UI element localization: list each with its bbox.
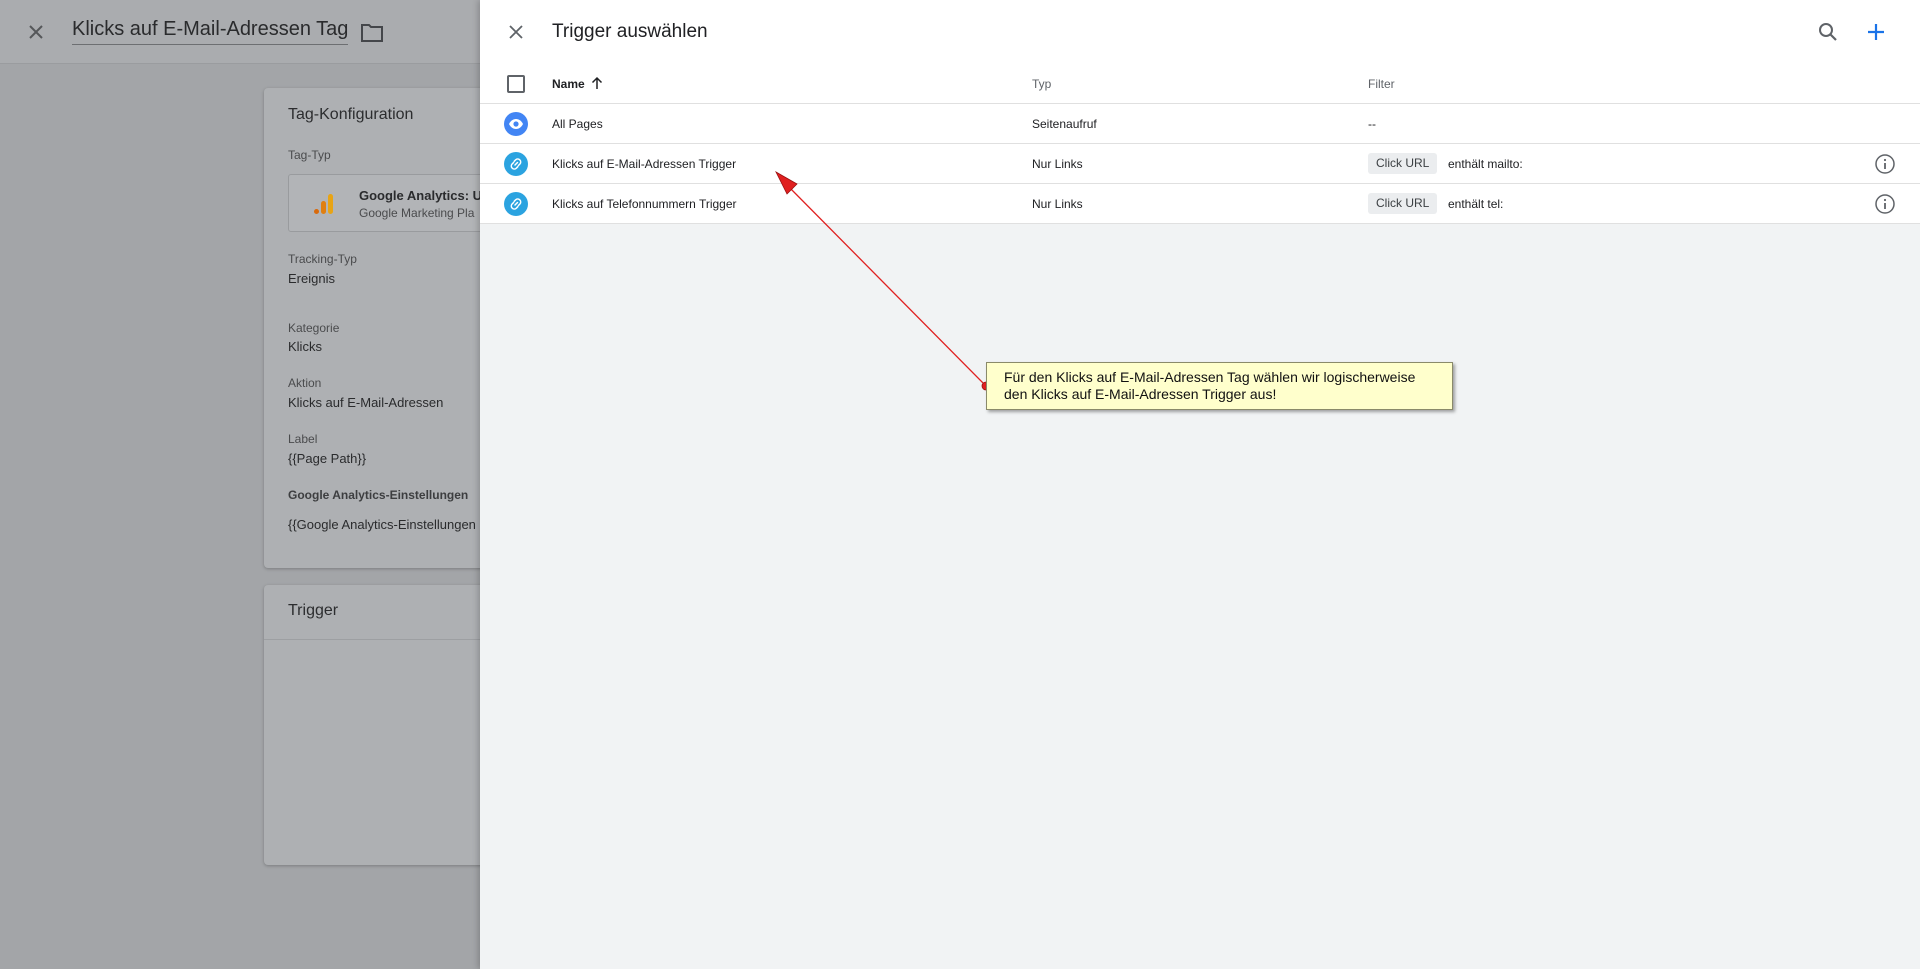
label-label: Label	[288, 432, 318, 446]
arrow-up-icon[interactable]	[590, 76, 604, 90]
category-value: Klicks	[288, 339, 322, 354]
link-icon	[510, 198, 522, 210]
trigger-type: Nur Links	[1032, 197, 1083, 211]
search-icon[interactable]	[1816, 20, 1840, 44]
link-icon	[510, 158, 522, 170]
info-icon[interactable]	[1874, 193, 1896, 215]
filter-variable-chip: Click URL	[1368, 193, 1438, 214]
trigger-type-badge	[504, 192, 528, 216]
table-row[interactable]: All Pages Seitenaufruf --	[480, 104, 1920, 144]
info-icon[interactable]	[1874, 153, 1896, 175]
trigger-type-badge	[504, 112, 528, 136]
action-label: Aktion	[288, 376, 322, 390]
filter-condition: enthält mailto:	[1448, 157, 1523, 171]
tag-type-subtitle: Google Marketing Pla	[359, 206, 475, 220]
tag-type-name: Google Analytics: Ur	[359, 188, 488, 203]
trigger-type-badge	[504, 152, 528, 176]
close-icon[interactable]	[24, 20, 48, 44]
tracking-type-label: Tracking-Typ	[288, 252, 357, 266]
panel-header: Trigger auswählen	[480, 0, 1920, 64]
table-header: Name Typ Filter	[480, 64, 1920, 104]
label-value: {{Page Path}}	[288, 451, 367, 466]
table-row[interactable]: Klicks auf Telefonnummern Trigger Nur Li…	[480, 184, 1920, 224]
trigger-select-panel: Trigger auswählen Name Typ Filter All Pa…	[480, 0, 1920, 969]
trigger-type: Seitenaufruf	[1032, 117, 1097, 131]
column-header-filter: Filter	[1368, 77, 1395, 91]
trigger-name: All Pages	[552, 117, 603, 131]
panel-title: Trigger auswählen	[552, 21, 708, 42]
annotation-line: Für den Klicks auf E-Mail-Adressen Tag w…	[1004, 369, 1416, 385]
close-icon[interactable]	[504, 20, 528, 44]
table-row[interactable]: Klicks auf E-Mail-Adressen Trigger Nur L…	[480, 144, 1920, 184]
folder-icon[interactable]	[360, 21, 384, 43]
select-all-checkbox[interactable]	[507, 75, 525, 93]
card-title: Trigger	[288, 602, 339, 619]
tracking-type-value: Ereignis	[288, 271, 335, 286]
annotation-note: Für den Klicks auf E-Mail-Adressen Tag w…	[986, 362, 1453, 410]
filter-condition: enthält tel:	[1448, 197, 1504, 211]
ga-settings-label: Google Analytics-Einstellungen	[288, 488, 469, 502]
add-icon[interactable]	[1864, 20, 1888, 44]
eye-icon	[509, 119, 523, 129]
tag-type-label: Tag-Typ	[288, 148, 331, 162]
annotation-line: den Klicks auf E-Mail-Adressen Trigger a…	[1004, 386, 1277, 402]
trigger-type: Nur Links	[1032, 157, 1083, 171]
trigger-name: Klicks auf E-Mail-Adressen Trigger	[552, 157, 737, 171]
ga-settings-value: {{Google Analytics-Einstellungen	[288, 517, 476, 532]
trigger-filter: --	[1368, 117, 1376, 131]
action-value: Klicks auf E-Mail-Adressen	[288, 395, 444, 410]
tag-title[interactable]: Klicks auf E-Mail-Adressen Tag	[72, 18, 349, 45]
card-title: Tag-Konfiguration	[288, 106, 414, 123]
column-header-name[interactable]: Name	[552, 77, 585, 91]
google-analytics-icon	[314, 194, 333, 214]
category-label: Kategorie	[288, 321, 340, 335]
trigger-name: Klicks auf Telefonnummern Trigger	[552, 197, 737, 211]
column-header-type: Typ	[1032, 77, 1052, 91]
filter-variable-chip: Click URL	[1368, 153, 1438, 174]
